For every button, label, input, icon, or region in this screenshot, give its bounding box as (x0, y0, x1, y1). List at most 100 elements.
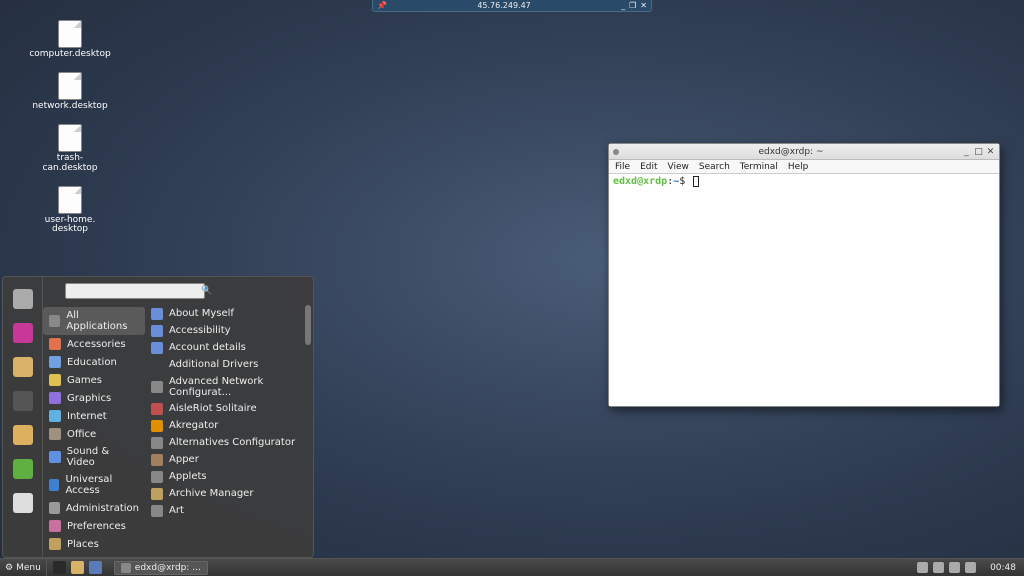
category-item-accessories[interactable]: Accessories (43, 335, 145, 353)
favorite-display-icon[interactable] (13, 323, 33, 343)
app-item-accessibility[interactable]: Accessibility (147, 322, 311, 339)
category-item-education[interactable]: Education (43, 353, 145, 371)
remote-minimize-button[interactable]: _ (621, 1, 625, 10)
tray-network-icon[interactable] (917, 562, 928, 573)
favorite-settings-icon[interactable] (13, 289, 33, 309)
taskbar-task-terminal[interactable]: edxd@xrdp: ... (114, 561, 208, 575)
file-icon (58, 72, 82, 100)
app-item-archive-manager[interactable]: Archive Manager (147, 485, 311, 502)
terminal-body[interactable]: edxd@xrdp:~$ (609, 174, 999, 406)
app-icon (151, 488, 163, 500)
taskbar-panel: ⚙ Menu edxd@xrdp: ... 00:48 (0, 558, 1024, 576)
menu-search[interactable]: 🔍 (65, 283, 205, 299)
category-item-places[interactable]: Places (43, 535, 145, 553)
category-icon (49, 479, 59, 491)
remote-connection-bar: 📌 45.76.249.47 _ ❐ ✕ (372, 0, 652, 12)
application-menu: 🔍 All Applications Accessories EducationGa… (2, 276, 314, 558)
app-icon (151, 420, 163, 432)
minimize-button[interactable]: _ (962, 147, 971, 157)
launcher-terminal-icon[interactable] (53, 561, 66, 574)
remote-close-button[interactable]: ✕ (640, 1, 647, 10)
prompt-end: $ (679, 176, 685, 187)
favorite-logout-icon[interactable] (13, 459, 33, 479)
app-label: Art (169, 505, 184, 516)
category-label: Preferences (67, 521, 126, 532)
terminal-menu-view[interactable]: View (668, 162, 689, 172)
terminal-menu-help[interactable]: Help (788, 162, 809, 172)
app-item-account-details[interactable]: Account details (147, 339, 311, 356)
app-item-art[interactable]: Art (147, 502, 311, 519)
desktop-icon-trash[interactable]: trash-can.desktop (30, 124, 110, 174)
category-icon (49, 338, 61, 350)
remote-ip: 45.76.249.47 (387, 1, 621, 10)
terminal-menu-terminal[interactable]: Terminal (740, 162, 778, 172)
category-item-games[interactable]: Games (43, 371, 145, 389)
app-label: Account details (169, 342, 246, 353)
category-label: Office (67, 429, 96, 440)
category-label: Graphics (67, 393, 111, 404)
categories-column: All Applications Accessories EducationGame… (43, 277, 145, 557)
category-label: Universal Access (65, 474, 139, 496)
category-item-graphics[interactable]: Graphics (43, 389, 145, 407)
category-item-administration[interactable]: Administration (43, 499, 145, 517)
launcher-browser-icon[interactable] (89, 561, 102, 574)
maximize-button[interactable]: □ (974, 147, 983, 157)
category-item-office[interactable]: Office (43, 425, 145, 443)
favorite-files-icon[interactable] (13, 357, 33, 377)
favorite-browser-icon[interactable] (13, 391, 33, 411)
app-icon (151, 454, 163, 466)
category-icon (49, 538, 61, 550)
category-label: Accessories (67, 339, 126, 350)
category-item-internet[interactable]: Internet (43, 407, 145, 425)
app-item-akregator[interactable]: Akregator (147, 417, 311, 434)
desktop-icon-network[interactable]: network.desktop (30, 72, 110, 112)
terminal-menu-search[interactable]: Search (699, 162, 730, 172)
category-icon (49, 356, 61, 368)
remote-restore-button[interactable]: ❐ (629, 1, 636, 10)
category-label: Administration (66, 503, 139, 514)
app-item-about-myself[interactable]: About Myself (147, 305, 311, 322)
applications-column: About MyselfAccessibility Account details… (145, 301, 313, 557)
menu-button-label: Menu (16, 563, 41, 573)
menu-button[interactable]: ⚙ Menu (0, 559, 47, 576)
menu-search-input[interactable] (69, 286, 201, 297)
app-label: Akregator (169, 420, 218, 431)
panel-clock[interactable]: 00:48 (982, 563, 1024, 573)
prompt-user: edxd@xrdp (613, 176, 667, 187)
desktop-icon-computer[interactable]: computer.desktop (30, 20, 110, 60)
category-icon (49, 374, 61, 386)
terminal-titlebar[interactable]: edxd@xrdp: ~ _ □ ✕ (609, 144, 999, 160)
tray-display-icon[interactable] (933, 562, 944, 573)
window-app-icon (613, 149, 619, 155)
app-label: Apper (169, 454, 199, 465)
terminal-menu-file[interactable]: File (615, 162, 630, 172)
terminal-title: edxd@xrdp: ~ (623, 147, 959, 157)
app-icon (151, 471, 163, 483)
desktop-icon-home[interactable]: user-home. desktop (30, 186, 110, 236)
favorite-terminal-icon[interactable] (13, 425, 33, 445)
close-button[interactable]: ✕ (986, 147, 995, 157)
category-item-universal-access[interactable]: Universal Access (43, 471, 145, 499)
category-icon (49, 392, 61, 404)
app-item-apper[interactable]: Apper (147, 451, 311, 468)
tray-volume-icon[interactable] (965, 562, 976, 573)
app-item-aisleriot-solitaire[interactable]: AisleRiot Solitaire (147, 400, 311, 417)
app-item-advanced-network-configurat-[interactable]: Advanced Network Configurat... (147, 373, 311, 400)
app-label: AisleRiot Solitaire (169, 403, 257, 414)
terminal-menu-edit[interactable]: Edit (640, 162, 657, 172)
category-label: All Applications (66, 310, 139, 332)
pin-icon[interactable]: 📌 (377, 1, 387, 10)
category-item-all-applications[interactable]: All Applications (43, 307, 145, 335)
app-item-alternatives-configurator[interactable]: Alternatives Configurator (147, 434, 311, 451)
task-app-icon (121, 563, 131, 573)
favorite-info-icon[interactable] (13, 493, 33, 513)
category-icon (49, 520, 61, 532)
app-icon (151, 325, 163, 337)
app-item-applets[interactable]: Applets (147, 468, 311, 485)
category-item-preferences[interactable]: Preferences (43, 517, 145, 535)
app-item-additional-drivers[interactable]: Additional Drivers (147, 356, 311, 373)
quick-launch (47, 561, 108, 574)
launcher-files-icon[interactable] (71, 561, 84, 574)
category-item-sound-video[interactable]: Sound & Video (43, 443, 145, 471)
tray-user-icon[interactable] (949, 562, 960, 573)
